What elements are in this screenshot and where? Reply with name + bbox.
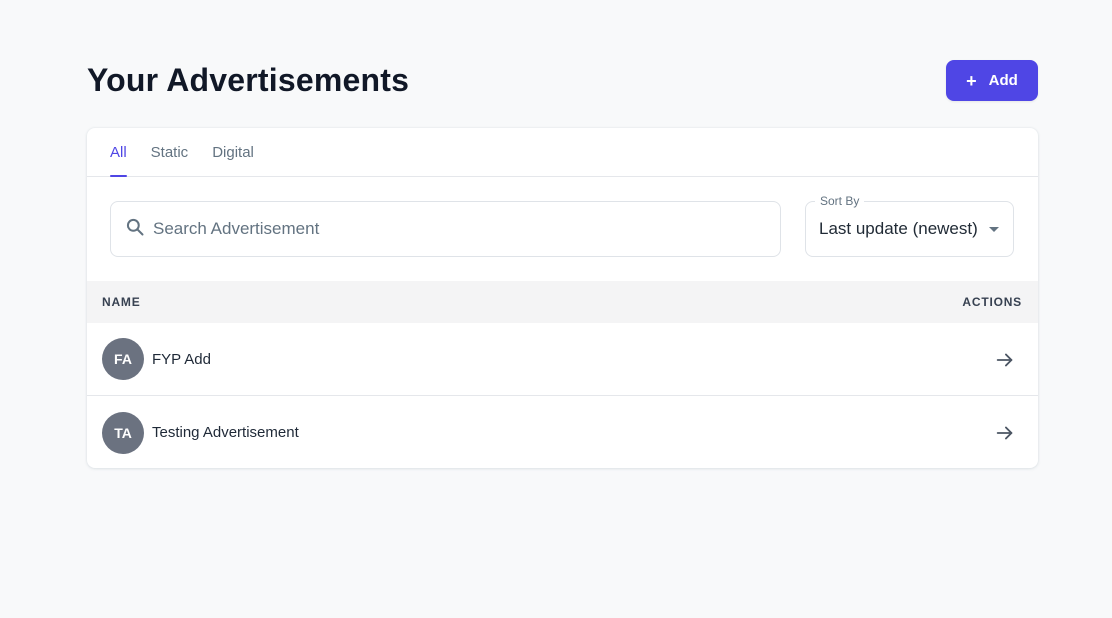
tab-all[interactable]: All: [110, 128, 127, 177]
add-button[interactable]: + Add: [946, 60, 1038, 101]
page-title: Your Advertisements: [87, 62, 410, 98]
tab-digital[interactable]: Digital: [212, 128, 254, 176]
column-header-name: NAME: [102, 295, 141, 309]
advertisement-name: FYP Add: [152, 350, 211, 368]
sort-label: Sort By: [815, 194, 865, 208]
search-field[interactable]: [110, 201, 781, 257]
table-row[interactable]: TA Testing Advertisement: [87, 396, 1038, 468]
advertisement-name: Testing Advertisement: [152, 424, 299, 441]
search-icon: [125, 217, 145, 242]
sort-value: Last update (newest): [819, 219, 978, 238]
table-row[interactable]: FA FYP Add: [87, 323, 1038, 396]
advertisements-card: All Static Digital Sort By Last update (…: [87, 128, 1038, 468]
search-input[interactable]: [153, 219, 753, 239]
caret-down-icon: [989, 227, 999, 232]
plus-icon: +: [966, 70, 977, 91]
arrow-right-icon[interactable]: [994, 349, 1016, 371]
filters-bar: Sort By Last update (newest): [87, 177, 1038, 281]
sort-select[interactable]: Sort By Last update (newest): [805, 194, 1014, 257]
tab-bar: All Static Digital: [87, 128, 1038, 177]
add-button-label: Add: [988, 72, 1018, 89]
table-header: NAME ACTIONS: [87, 281, 1038, 323]
tab-static[interactable]: Static: [151, 128, 189, 176]
avatar: TA: [102, 411, 144, 454]
avatar: FA: [102, 338, 144, 380]
page-header: Your Advertisements + Add: [87, 60, 1038, 101]
arrow-right-icon[interactable]: [994, 422, 1016, 444]
column-header-actions: ACTIONS: [962, 295, 1022, 309]
